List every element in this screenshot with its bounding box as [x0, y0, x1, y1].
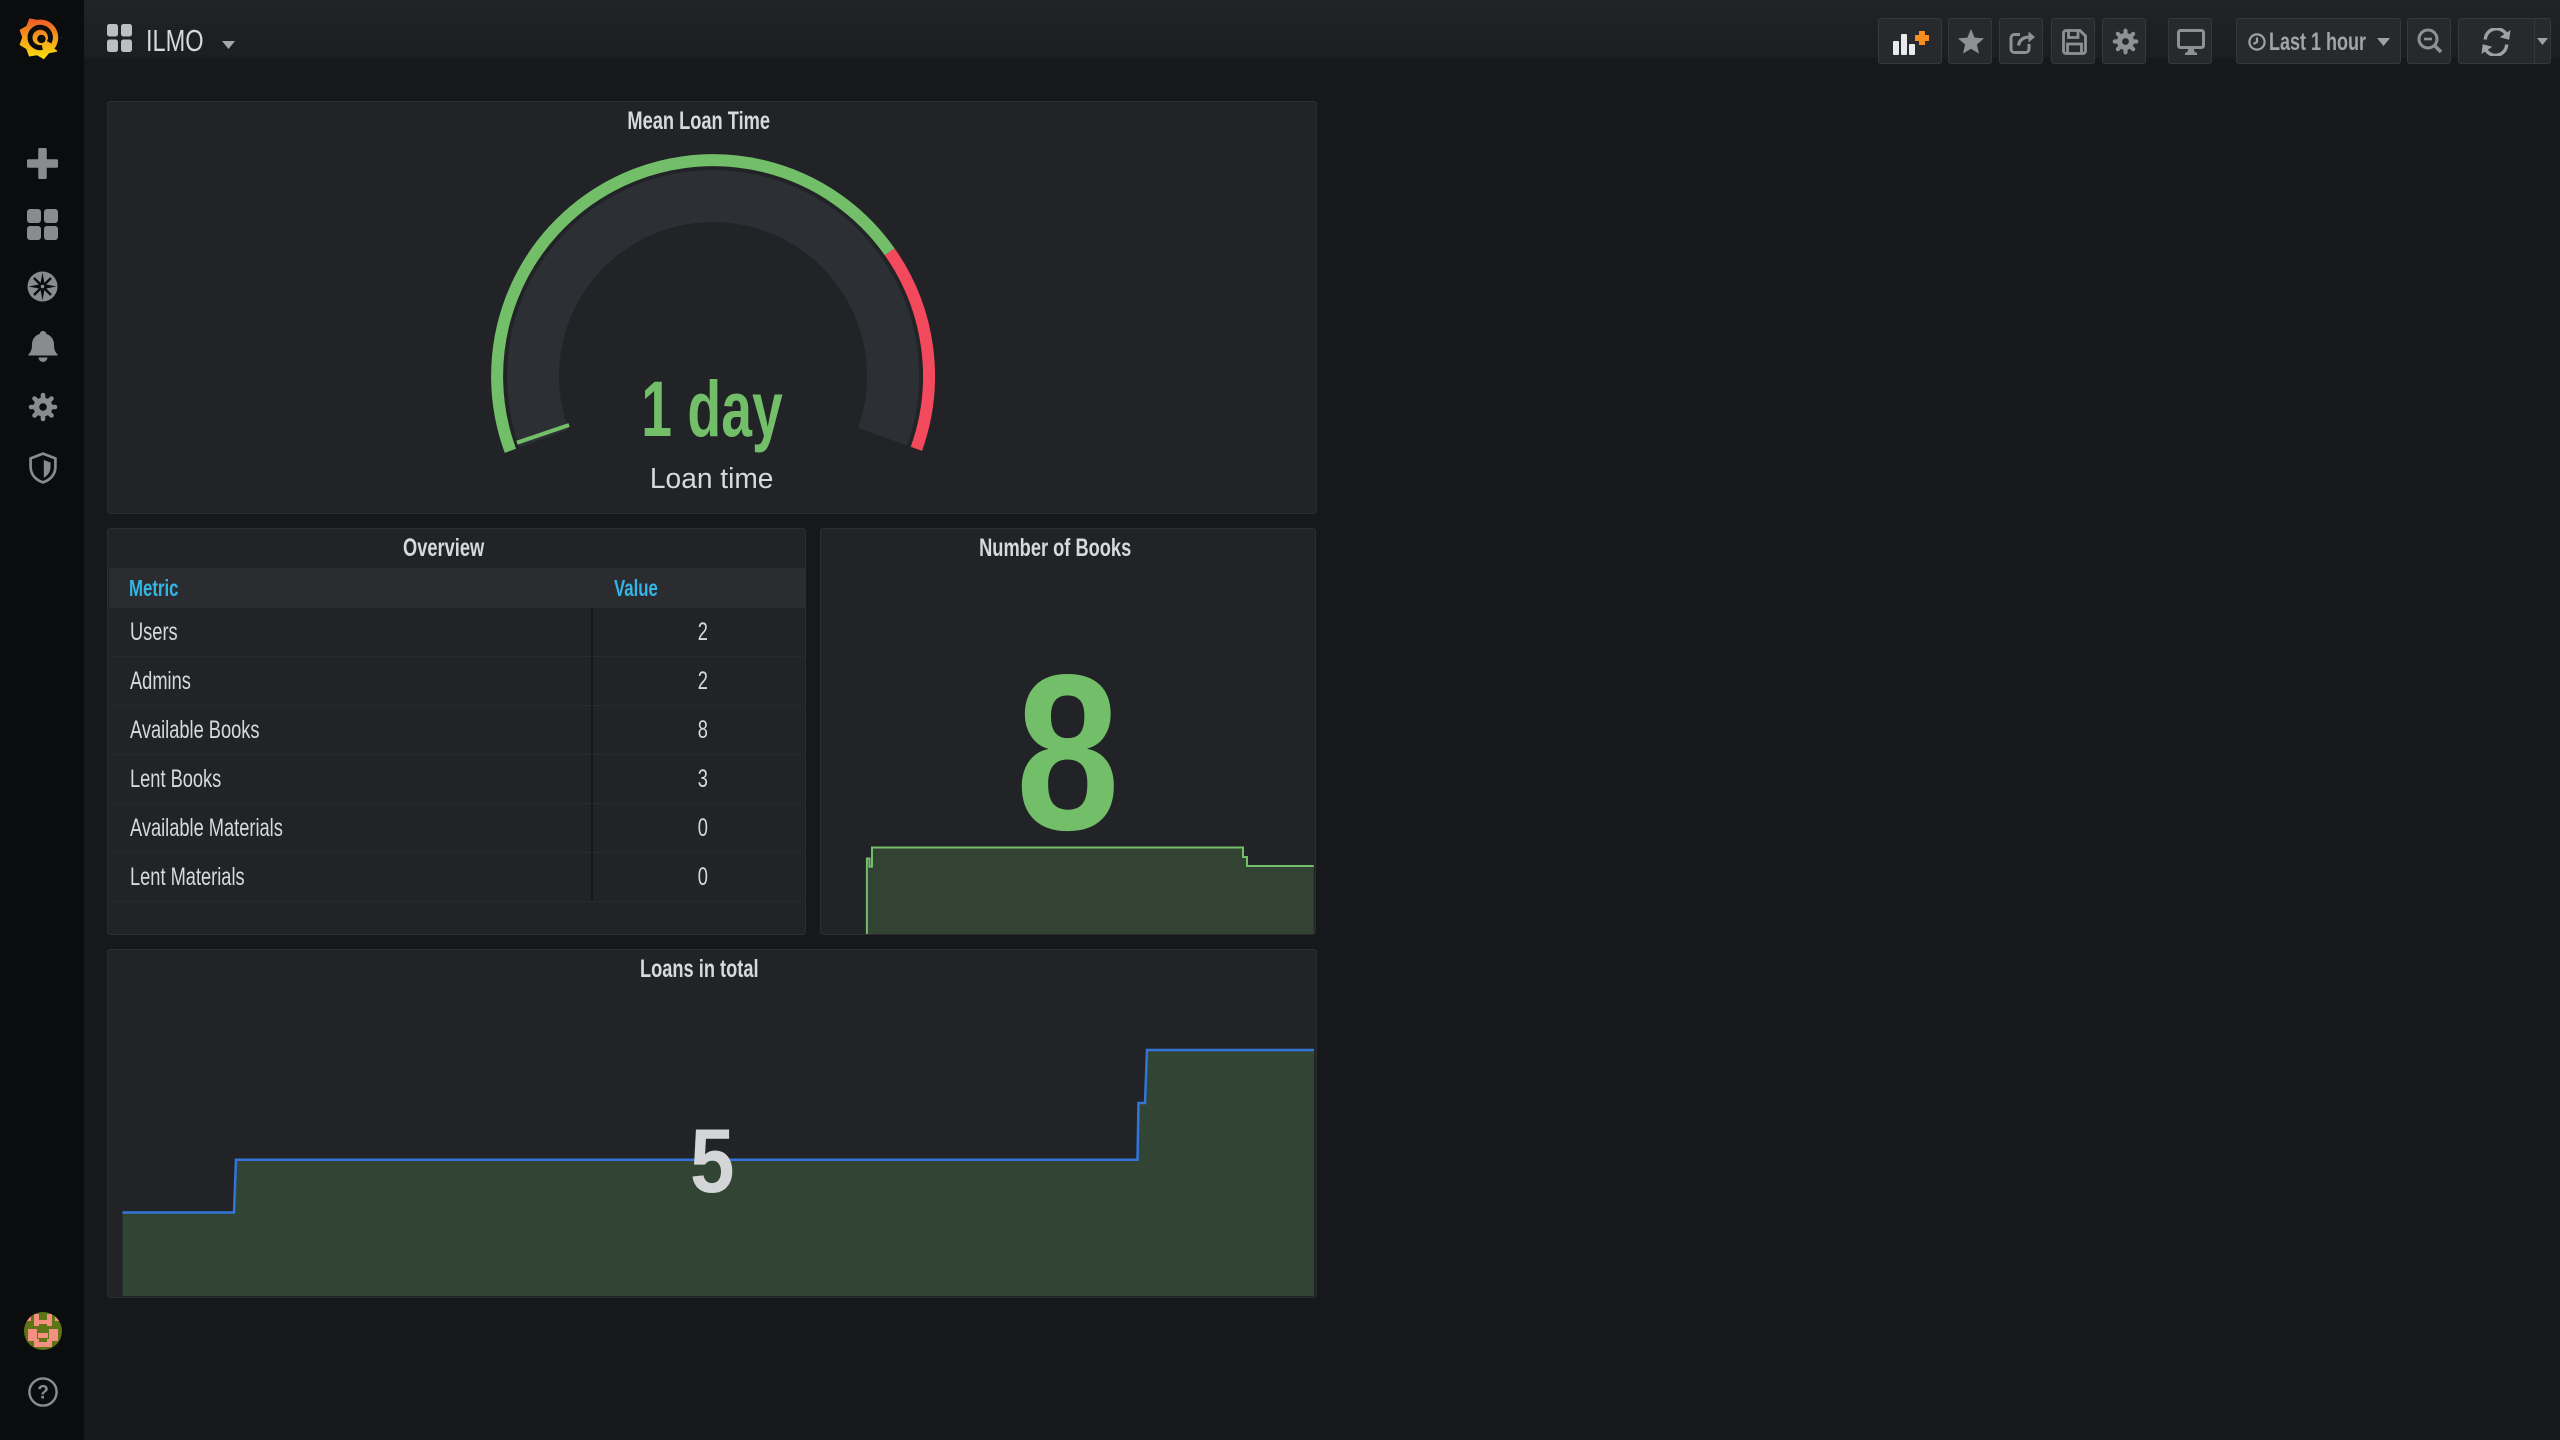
svg-text:?: ?	[37, 1383, 49, 1404]
